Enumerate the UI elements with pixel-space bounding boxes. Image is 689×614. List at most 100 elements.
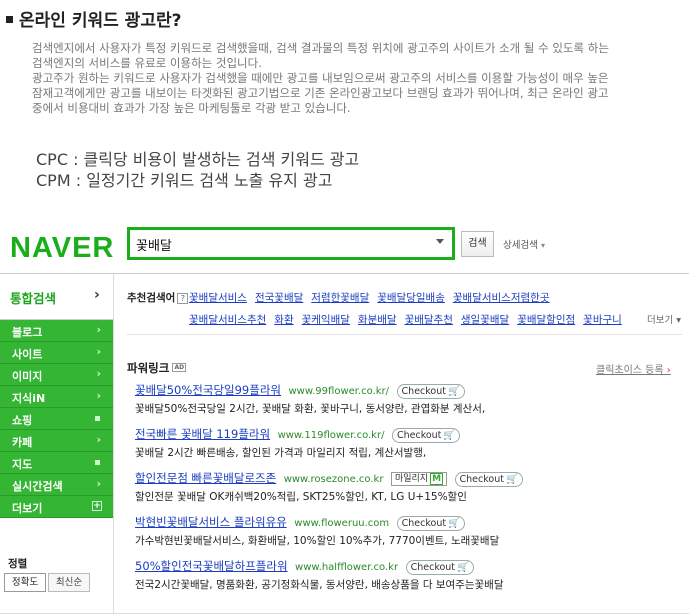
powerlink-title: 파워링크 AD xyxy=(127,360,187,376)
related-keyword-link[interactable]: 화분배달 xyxy=(358,314,397,326)
intro-line: 검색엔지에서 사용자가 특정 키워드로 검색했을때, 검색 결과물의 특정 위치… xyxy=(32,41,609,55)
chevron-down-icon[interactable] xyxy=(436,239,444,244)
related-keyword-link[interactable]: 꽃배달서비스추천 xyxy=(189,314,266,326)
advanced-search-link[interactable]: 상세검색 ▾ xyxy=(503,237,545,251)
related-keyword-link[interactable]: 화환 xyxy=(274,314,293,326)
ad-item: 전국빠른 꽃배달 119플라워 www.119flower.co.kr/ Che… xyxy=(135,426,685,470)
sidebar-item-label: 통합검색 xyxy=(10,291,57,306)
sidebar-item-label: 이미지 xyxy=(12,370,43,383)
checkout-badge[interactable]: Checkout 🛒 xyxy=(391,427,461,443)
related-keyword-link[interactable]: 꽃배달할인점 xyxy=(517,314,575,326)
sort-tab-latest[interactable]: 최신순 xyxy=(48,573,90,592)
chevron-down-icon: ▾ xyxy=(541,241,546,250)
sidebar-item-more[interactable]: 더보기 + xyxy=(0,496,113,518)
ad-item: 박현빈꽃배달서비스 플라워유유 www.floweruu.com Checkou… xyxy=(135,514,685,558)
divider xyxy=(113,274,114,614)
checkout-badge[interactable]: Checkout 🛒 xyxy=(405,559,474,575)
checkout-badge[interactable]: Checkout 🛒 xyxy=(396,515,465,531)
sidebar-item-map[interactable]: 지도 xyxy=(0,452,113,474)
intro-line: 검색엔지의 서비스를 유료로 이용하는 것입니다. xyxy=(32,56,262,70)
checkout-badge[interactable]: Checkout 🛒 xyxy=(454,471,523,487)
intro-line: 중에서 비용대비 효과가 가장 높은 마케팅툴로 각광 받고 있습니다. xyxy=(32,101,351,115)
search-box[interactable] xyxy=(127,227,455,260)
advanced-search-label: 상세검색 xyxy=(503,240,538,251)
cart-icon: 🛒 xyxy=(443,429,456,441)
ad-url[interactable]: www.floweruu.com xyxy=(294,518,389,529)
sidebar-item-image[interactable]: 이미지 › xyxy=(0,364,113,386)
ad-description: 전국2시간꽃배달, 명품화환, 공기정화식물, 동서양란, 배송상품을 다 보여… xyxy=(135,578,504,591)
cpm-definition: CPM : 일정기간 키워드 검색 노출 유지 광고 xyxy=(36,171,333,190)
naver-search-page: NAVER 검색 상세검색 ▾ 통합검색 › 블로그 › 사이트 › 이미지 › 지식… xyxy=(0,220,689,614)
click-choice-register-link[interactable]: 클릭초이스 등록 › xyxy=(596,361,671,376)
ad-title-link[interactable]: 전국빠른 꽃배달 119플라워 xyxy=(135,427,270,441)
related-keywords-label: 추천검색어? xyxy=(127,290,189,305)
cart-icon: 🛒 xyxy=(448,517,460,529)
search-button[interactable]: 검색 xyxy=(461,231,494,257)
ad-title-link[interactable]: 할인전문점 빠른꽃배달로즈존 xyxy=(135,471,276,485)
sidebar-item-label: 더보기 xyxy=(12,502,43,515)
sidebar-item-kin[interactable]: 지식iN › xyxy=(0,386,113,408)
ad-url[interactable]: www.99flower.co.kr/ xyxy=(289,386,390,397)
checkout-label: Checkout xyxy=(410,561,456,573)
ad-title-link[interactable]: 박현빈꽃배달서비스 플라워유유 xyxy=(135,515,287,529)
sort-tab-accuracy[interactable]: 정확도 xyxy=(4,573,46,592)
chevron-down-icon: ▾ xyxy=(676,315,682,326)
mileage-icon: M xyxy=(430,473,444,485)
sidebar: 통합검색 › 블로그 › 사이트 › 이미지 › 지식iN › 쇼핑 카페 › 지도 실시… xyxy=(0,274,113,614)
sidebar-item-label: 사이트 xyxy=(12,348,43,361)
ad-item: 할인전문점 빠른꽃배달로즈존 www.rosezone.co.kr 마일리지 M … xyxy=(135,470,685,514)
chevron-right-icon: › xyxy=(96,389,101,402)
checkout-badge[interactable]: Checkout 🛒 xyxy=(396,383,465,399)
ad-url[interactable]: www.rosezone.co.kr xyxy=(284,474,384,485)
ad-item: 50%할인전국꽃배달하프플라워 www.halfflower.co.kr Che… xyxy=(135,558,685,602)
mileage-label: 마일리지 xyxy=(394,474,429,484)
sort-tabs: 정확도 최신순 xyxy=(4,573,90,592)
related-keyword-link[interactable]: 꽃배달당일배송 xyxy=(377,292,445,304)
chevron-right-icon: › xyxy=(96,323,101,336)
intro-line: 잠재고객에게만 광고를 내보이는 타겟화된 광고기법으로 기존 온라인광고보다 … xyxy=(32,86,609,100)
sidebar-item-site[interactable]: 사이트 › xyxy=(0,342,113,364)
intro-body: 검색엔지에서 사용자가 특정 키워드로 검색했을때, 검색 결과물의 특정 위치… xyxy=(32,41,662,116)
related-keyword-link[interactable]: 생일꽃배달 xyxy=(461,314,509,326)
ad-description: 꽃배달50%전국당일 2시간, 꽃배달 화환, 꽃바구니, 동서양란, 관엽화분… xyxy=(135,402,486,415)
chevron-right-icon: › xyxy=(96,345,101,358)
sidebar-item-shopping[interactable]: 쇼핑 xyxy=(0,408,113,430)
chevron-right-icon: › xyxy=(96,433,101,446)
related-keyword-link[interactable]: 꽃바구니 xyxy=(583,314,622,326)
related-keyword-link[interactable]: 꽃케익배달 xyxy=(302,314,350,326)
naver-logo[interactable]: NAVER xyxy=(10,232,114,265)
powerlink-title-text: 파워링크 xyxy=(127,361,170,375)
sidebar-item-integrated-search[interactable]: 통합검색 › xyxy=(0,274,113,320)
ad-url[interactable]: www.119flower.co.kr/ xyxy=(278,430,385,441)
mileage-badge[interactable]: 마일리지 M xyxy=(390,472,448,486)
sidebar-item-blog[interactable]: 블로그 › xyxy=(0,320,113,342)
cart-icon: 🛒 xyxy=(457,561,469,573)
ad-item: 꽃배달50%전국당일99플라워 www.99flower.co.kr/ Chec… xyxy=(135,382,685,426)
related-keyword-link[interactable]: 꽃배달서비스저렴한곳 xyxy=(453,292,550,304)
related-keywords-row: 꽃배달서비스추천 화환 꽃케익배달 화분배달 꽃배달추천 생일꽃배달 꽃배달할인점 꽃바구니 xyxy=(189,312,630,327)
related-keyword-link[interactable]: 꽃배달서비스 xyxy=(189,292,247,304)
intro-line: 광고주가 원하는 키워드로 사용자가 검색했을 때에만 광고를 내보임으로써 광… xyxy=(32,71,609,85)
sidebar-menu: 블로그 › 사이트 › 이미지 › 지식iN › 쇼핑 카페 › 지도 실시간검색 › 더보… xyxy=(0,320,113,518)
sidebar-item-label: 카페 xyxy=(12,436,33,449)
more-button[interactable]: 더보기 ▾ xyxy=(647,312,681,326)
related-keyword-link[interactable]: 저렴한꽃배달 xyxy=(311,292,369,304)
ad-title-link[interactable]: 꽃배달50%전국당일99플라워 xyxy=(135,383,281,397)
checkout-label: Checkout xyxy=(459,473,504,485)
square-icon xyxy=(95,416,100,421)
ad-title-link[interactable]: 50%할인전국꽃배달하프플라워 xyxy=(135,559,288,573)
search-input[interactable] xyxy=(136,233,426,255)
sidebar-item-label: 블로그 xyxy=(12,326,43,339)
sidebar-item-realtime[interactable]: 실시간검색 › xyxy=(0,474,113,496)
related-keywords-title: 추천검색어 xyxy=(127,292,176,304)
sidebar-item-label: 지식iN xyxy=(12,392,46,405)
related-keyword-link[interactable]: 전국꽃배달 xyxy=(255,292,303,304)
divider xyxy=(127,334,682,335)
ad-description: 꽃배달 2시간 빠른배송, 할인된 가격과 마일리지 적립, 계산서발행, xyxy=(135,446,427,459)
ad-url[interactable]: www.halfflower.co.kr xyxy=(295,562,398,573)
sidebar-item-cafe[interactable]: 카페 › xyxy=(0,430,113,452)
help-icon[interactable]: ? xyxy=(177,293,189,304)
related-keyword-link[interactable]: 꽃배달추천 xyxy=(405,314,453,326)
ad-badge: AD xyxy=(172,363,187,372)
intro-title-text: 온라인 키워드 광고란? xyxy=(19,11,182,31)
